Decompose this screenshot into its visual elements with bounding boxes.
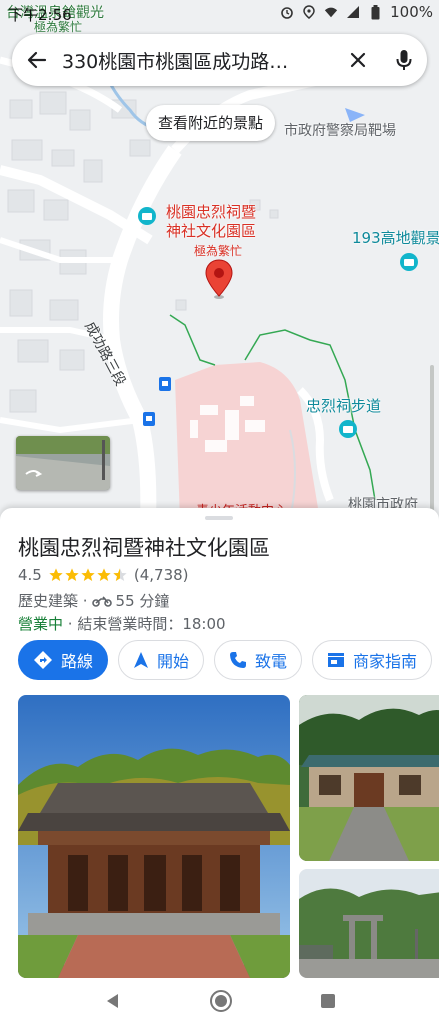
photo-secondary-1[interactable]	[299, 695, 439, 861]
action-buttons: 路線 開始 致電 商家指南	[18, 640, 433, 680]
map-label-highland[interactable]: 193高地觀景	[352, 227, 439, 248]
back-button[interactable]	[12, 34, 62, 86]
hours-row[interactable]: 營業中 · 結束營業時間：18:00	[18, 613, 226, 634]
star-full-icon	[65, 568, 79, 581]
rating-stars	[48, 567, 128, 583]
photo-gallery[interactable]	[18, 695, 439, 978]
place-title: 桃園忠烈祠暨神社文化園區	[18, 536, 270, 560]
motorcycle-icon	[91, 595, 112, 607]
map-label-place-busy: 極為繁忙	[194, 244, 243, 258]
call-label: 致電	[255, 652, 288, 671]
map-label-place-line1[interactable]: 桃園忠烈祠暨	[166, 203, 256, 221]
directions-icon	[34, 651, 52, 669]
map-label-trail[interactable]: 忠烈祠步道	[306, 395, 381, 416]
star-full-icon	[97, 568, 111, 581]
status-time: 下午2:56	[8, 6, 72, 24]
location-icon	[302, 5, 316, 19]
close-icon	[350, 52, 366, 68]
place-sheet[interactable]: 桃園忠烈祠暨神社文化園區 4.5 (4,738) 歷史建築 · 55 分鐘 營業…	[0, 508, 439, 978]
rating-row[interactable]: 4.5 (4,738)	[18, 566, 189, 584]
open-status: 營業中	[18, 615, 64, 633]
travel-time: 55 分鐘	[115, 592, 170, 610]
star-full-icon	[81, 568, 95, 581]
voice-search-button[interactable]	[381, 34, 427, 86]
microphone-icon	[396, 50, 412, 70]
clear-button[interactable]	[335, 34, 381, 86]
search-bar[interactable]: 330桃園市桃園區成功路…	[12, 34, 427, 86]
rating-value: 4.5	[18, 566, 42, 584]
business-guide-button[interactable]: 商家指南	[312, 640, 433, 680]
star-half-icon	[113, 568, 127, 581]
nav-home-icon[interactable]	[209, 989, 233, 1013]
search-input[interactable]: 330桃園市桃園區成功路…	[62, 47, 335, 74]
status-bar: 下午2:56 100%	[0, 0, 439, 26]
photo-secondary-2[interactable]	[299, 869, 439, 978]
navigation-icon	[134, 652, 149, 668]
back-arrow-icon	[27, 51, 47, 69]
place-category: 歷史建築 ·	[18, 592, 88, 610]
call-button[interactable]: 致電	[214, 640, 303, 680]
battery-percent: 100%	[390, 3, 433, 21]
map-label-police-range[interactable]: 市政府警察局靶場	[284, 120, 396, 140]
system-nav-bar	[0, 978, 439, 1024]
star-full-icon	[49, 568, 63, 581]
explore-nearby-chip[interactable]: 查看附近的景點	[146, 105, 276, 141]
storefront-icon	[328, 653, 345, 667]
photo-main[interactable]	[18, 695, 290, 978]
category-row: 歷史建築 · 55 分鐘	[18, 590, 169, 611]
drag-handle[interactable]	[205, 516, 233, 520]
business-guide-label: 商家指南	[353, 652, 418, 671]
start-button[interactable]: 開始	[118, 640, 205, 680]
place-pin-icon[interactable]	[203, 258, 235, 300]
phone-icon	[230, 652, 247, 668]
signal-icon	[346, 5, 360, 19]
wifi-icon	[324, 5, 338, 19]
street-view-thumbnail[interactable]	[16, 436, 110, 490]
battery-icon	[368, 4, 382, 19]
directions-label: 路線	[61, 652, 94, 671]
directions-button[interactable]: 路線	[18, 640, 109, 680]
map-label-place-line2[interactable]: 神社文化園區	[166, 222, 256, 240]
review-count[interactable]: (4,738)	[134, 566, 189, 584]
alarm-icon	[280, 5, 294, 19]
nav-back-icon[interactable]	[104, 992, 122, 1010]
start-label: 開始	[157, 652, 190, 671]
nav-recents-icon[interactable]	[320, 993, 336, 1009]
closing-hours: · 結束營業時間：18:00	[63, 615, 226, 633]
